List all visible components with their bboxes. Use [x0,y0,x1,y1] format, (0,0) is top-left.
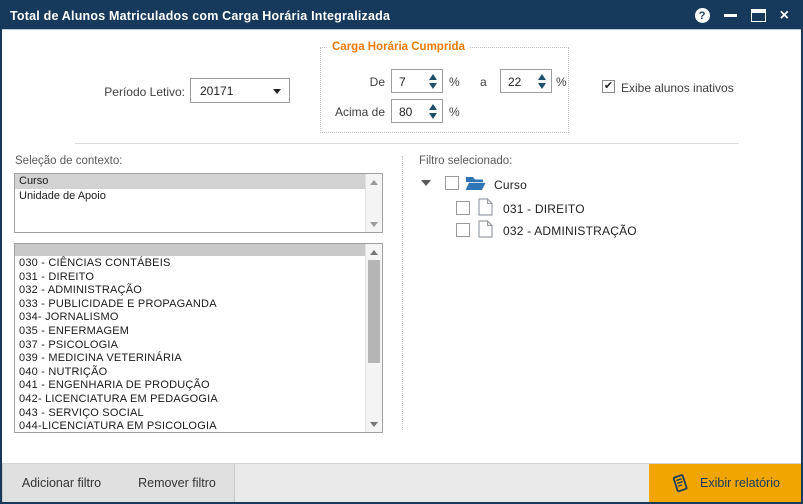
list-item[interactable]: 037 - PSICOLOGIA [15,339,365,353]
de-spin-buttons [427,72,439,90]
tree-collapse-icon[interactable] [421,180,431,186]
exibe-inativos-label: Exibe alunos inativos [621,81,734,95]
a-spin-buttons [536,72,548,90]
file-icon [478,197,494,221]
tree-root-label[interactable]: Curso [494,178,527,192]
list-item[interactable]: 040 - NUTRIÇÃO [15,366,365,380]
acima-percent-label: % [449,105,460,119]
list-item-selected-empty[interactable] [15,244,365,256]
spin-up-icon[interactable] [538,72,546,81]
remover-filtro-button[interactable]: Remover filtro [120,464,235,502]
tree-child-label[interactable]: 031 - DIREITO [503,202,585,216]
contexto-items: Curso Unidade de Apoio [15,174,365,232]
periodo-letivo-label: Período Letivo: [104,85,185,99]
maximize-icon[interactable] [750,9,766,22]
carga-horaria-legend: Carga Horária Cumprida [327,41,470,53]
scroll-down-icon[interactable] [366,417,382,431]
acima-de-value[interactable]: 80 [399,105,412,119]
de-percent-label: % [449,75,460,89]
tree-root-checkbox[interactable] [445,176,459,190]
spin-up-icon[interactable] [429,72,437,81]
de-spinner[interactable]: 7 [391,69,443,93]
list-item[interactable]: 031 - DIREITO [15,271,365,285]
tree-child-label[interactable]: 032 - ADMINISTRAÇÃO [503,224,637,238]
spin-down-icon[interactable] [538,81,546,90]
list-item[interactable]: 043 - SERVIÇO SOCIAL [15,407,365,421]
footer-bar: Adicionar filtro Remover filtro Exibir r… [2,463,801,502]
horizontal-divider [75,143,739,144]
scroll-down-icon[interactable] [366,217,382,231]
scroll-up-icon[interactable] [366,245,382,259]
adicionar-filtro-button[interactable]: Adicionar filtro [2,464,121,502]
list-item[interactable]: 033 - PUBLICIDADE E PROPAGANDA [15,298,365,312]
a-spinner[interactable]: 22 [500,69,552,93]
report-label: Exibir relatório [700,476,780,490]
list-item[interactable]: 039 - MEDICINA VETERINÁRIA [15,352,365,366]
folder-open-icon [465,175,486,197]
report-icon [670,473,690,493]
de-label: De [369,75,385,89]
selecao-contexto-label: Seleção de contexto: [15,155,123,167]
exibir-relatorio-button[interactable]: Exibir relatório [649,464,801,502]
acima-spin-buttons [427,102,439,120]
window-title: Total de Alunos Matriculados com Carga H… [10,8,391,23]
filtro-selecionado-label: Filtro selecionado: [419,155,513,167]
close-icon[interactable]: × [780,8,789,24]
scroll-up-icon[interactable] [366,175,382,189]
title-bar: Total de Alunos Matriculados com Carga H… [2,2,801,30]
contexto-listbox[interactable]: Curso Unidade de Apoio [14,173,383,233]
list-item[interactable]: 044-LICENCIATURA EM PSICOLOGIA [15,420,365,432]
acima-de-spinner[interactable]: 80 [391,99,443,123]
minimize-icon[interactable] [723,14,737,17]
list-item[interactable]: 035 - ENFERMAGEM [15,325,365,339]
courses-listbox[interactable]: 030 - CIÊNCIAS CONTÁBEIS 031 - DIREITO 0… [14,243,383,433]
contexto-scrollbar[interactable] [365,174,382,232]
list-item[interactable]: 030 - CIÊNCIAS CONTÁBEIS [15,257,365,271]
tree-child-checkbox[interactable] [456,223,470,237]
list-item[interactable]: 041 - ENGENHARIA DE PRODUÇÃO [15,379,365,393]
scrollbar-thumb[interactable] [368,260,380,363]
spin-down-icon[interactable] [429,111,437,120]
tree-child-checkbox[interactable] [456,201,470,215]
file-icon [478,219,494,243]
courses-items: 030 - CIÊNCIAS CONTÁBEIS 031 - DIREITO 0… [15,244,365,432]
periodo-letivo-select[interactable]: 20171 [190,78,290,103]
periodo-letivo-value: 20171 [200,84,234,98]
dialog-window: Total de Alunos Matriculados com Carga H… [0,0,803,504]
help-icon[interactable]: ? [694,8,710,23]
spin-down-icon[interactable] [429,81,437,90]
exibe-inativos-checkbox[interactable]: ✔ [602,80,615,93]
spin-up-icon[interactable] [429,102,437,111]
de-value[interactable]: 7 [399,75,406,89]
titlebar-controls: ? × [694,8,801,24]
a-label: a [480,75,487,89]
list-item[interactable]: Curso [15,174,365,189]
list-item[interactable]: 034- JORNALISMO [15,311,365,325]
acima-de-label: Acima de [334,105,385,119]
courses-scrollbar[interactable] [365,244,382,432]
list-item[interactable]: 042- LICENCIATURA EM PEDAGOGIA [15,393,365,407]
a-value[interactable]: 22 [508,75,521,89]
list-item[interactable]: Unidade de Apoio [15,189,365,204]
vertical-divider [402,156,403,430]
chevron-down-icon [273,89,281,94]
list-item[interactable]: 032 - ADMINISTRAÇÃO [15,284,365,298]
a-percent-label: % [556,75,567,89]
